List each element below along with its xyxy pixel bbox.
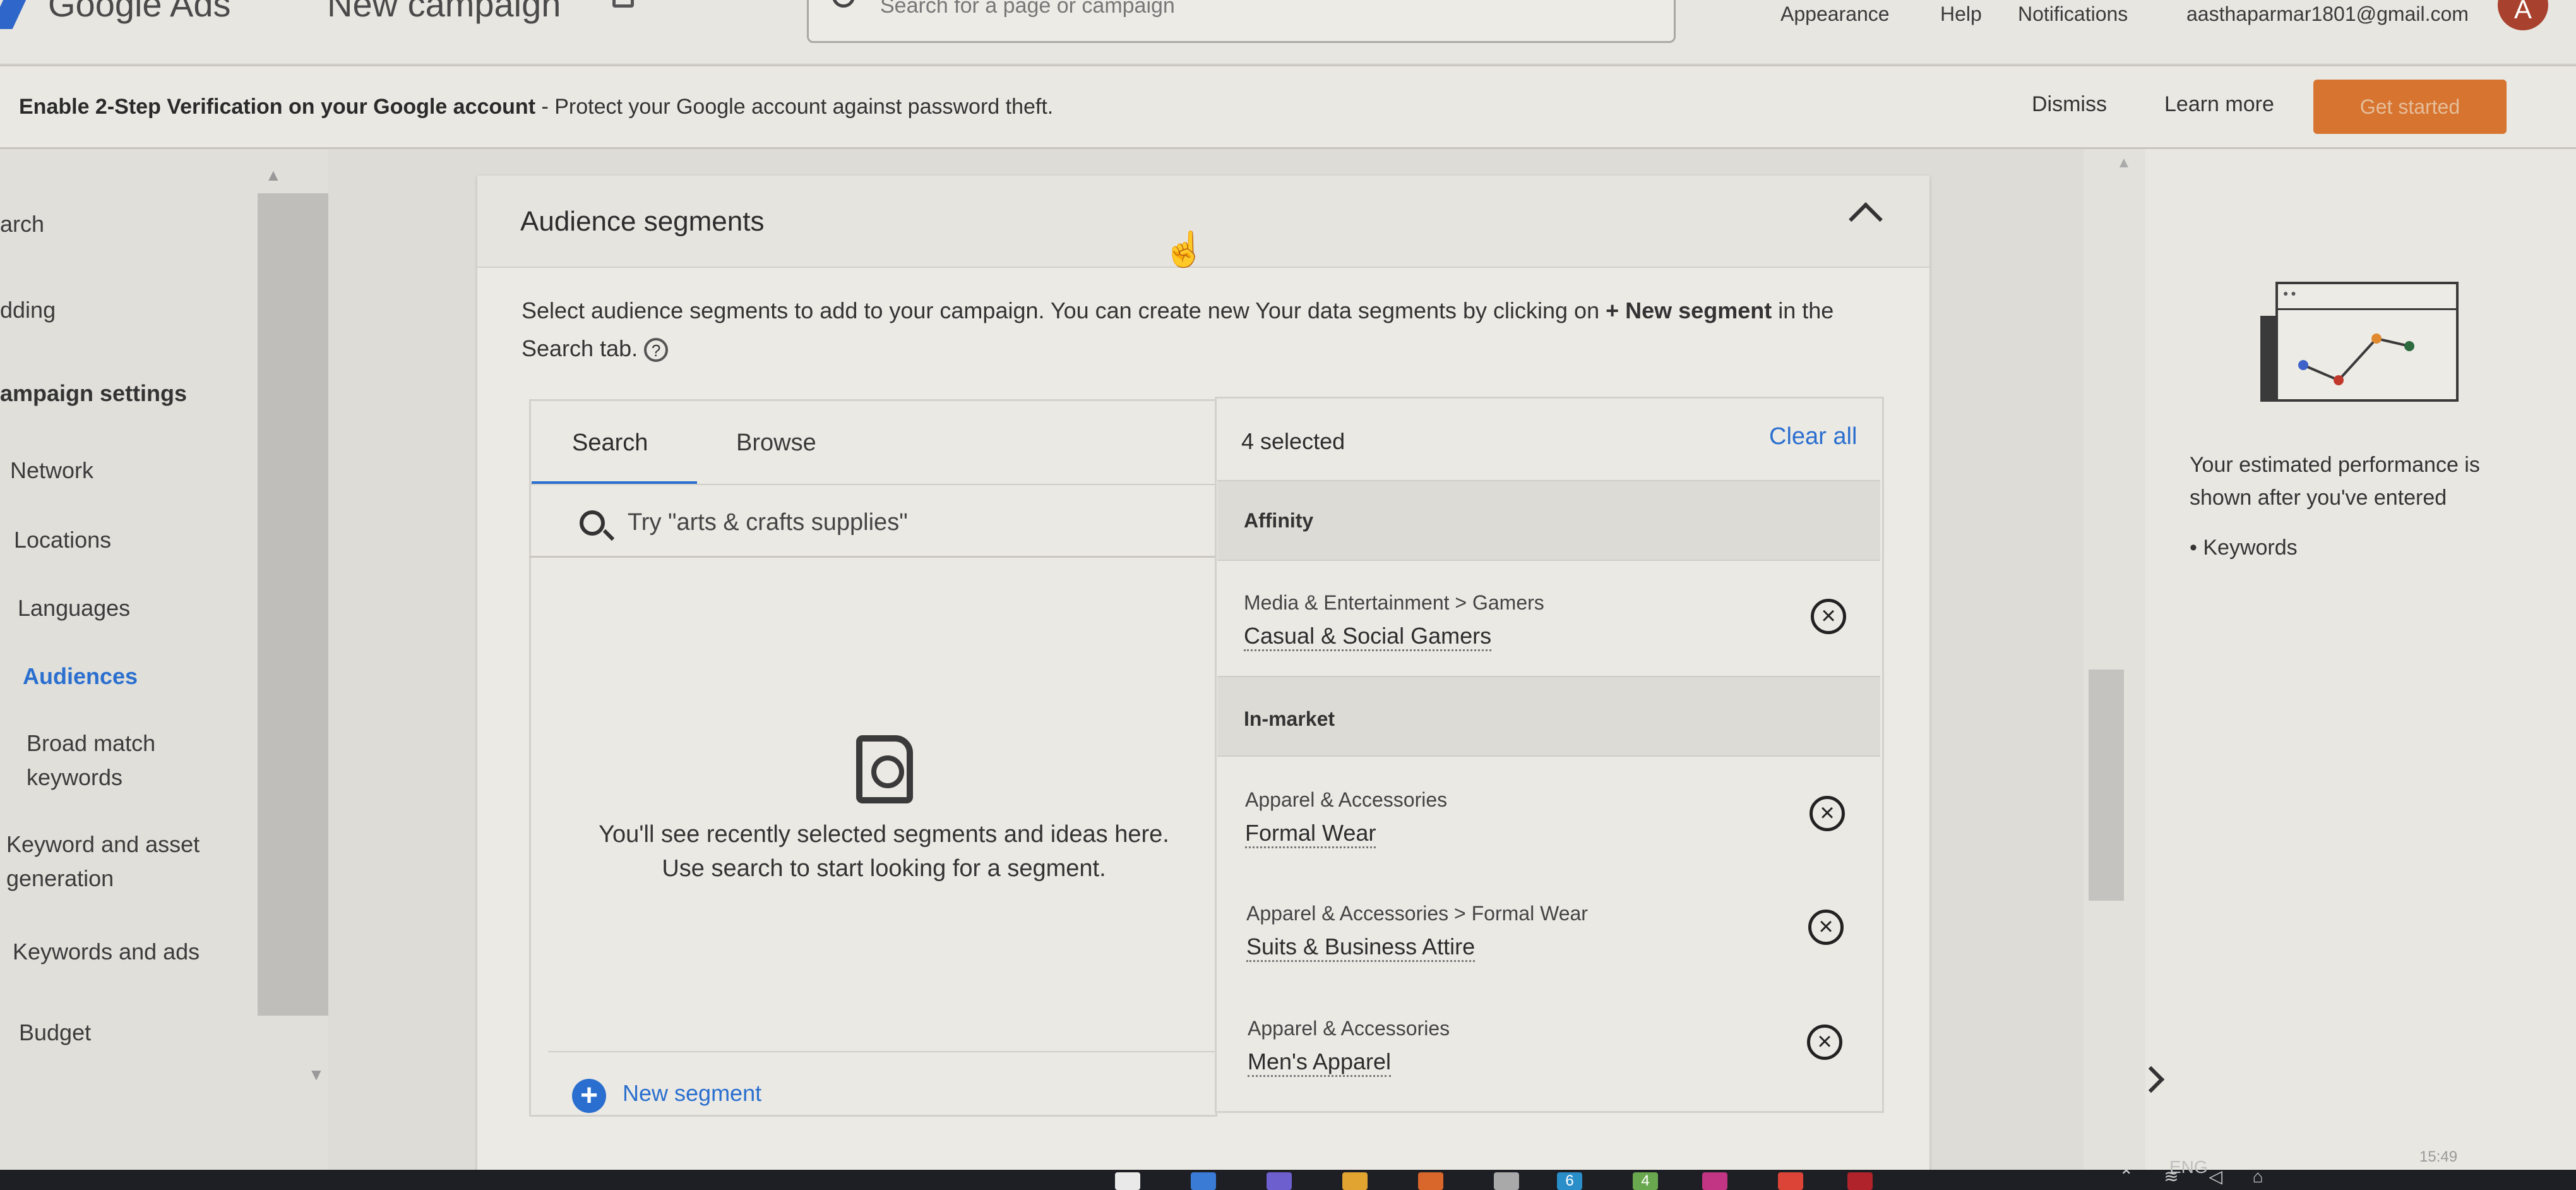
- get-started-button[interactable]: Get started: [2313, 80, 2507, 134]
- banner-message-bold: Enable 2-Step Verification on your Googl…: [19, 95, 536, 119]
- new-segment-button[interactable]: New segment: [623, 1080, 761, 1107]
- app-icon[interactable]: [1702, 1172, 1727, 1190]
- app-badge-icon[interactable]: 6: [1557, 1172, 1582, 1190]
- content-scrollbar[interactable]: [2089, 670, 2124, 901]
- nav-scroll-up-icon[interactable]: ▲: [265, 165, 282, 185]
- left-panel-footer-divider: [548, 1051, 1217, 1052]
- top-search-placeholder: Search for a page or campaign: [880, 0, 1175, 18]
- illustration-point: [2298, 360, 2308, 370]
- nav-item-bidding[interactable]: dding: [0, 293, 56, 327]
- segment-path: Apparel & Accessories: [1245, 788, 1448, 811]
- segment-name[interactable]: Men's Apparel: [1248, 1049, 1392, 1077]
- chrome-icon[interactable]: [1778, 1172, 1803, 1190]
- group-label: Affinity: [1244, 509, 1314, 532]
- intro-part1: Select audience segments to add to your …: [522, 298, 1606, 323]
- content-scrollbar-track: [2084, 149, 2145, 1172]
- segment-name[interactable]: Casual & Social Gamers: [1244, 623, 1492, 651]
- nav-item-network[interactable]: Network: [10, 454, 93, 488]
- remove-segment-icon[interactable]: ×: [1810, 796, 1845, 831]
- app-icon[interactable]: [1847, 1172, 1873, 1190]
- banner-message-rest: - Protect your Google account against pa…: [535, 95, 1054, 119]
- app-icon[interactable]: [1494, 1172, 1519, 1190]
- nav-item-languages[interactable]: Languages: [18, 591, 130, 625]
- segment-path: Apparel & Accessories: [1248, 1017, 1450, 1040]
- illustration-point: [2404, 341, 2414, 351]
- line-chart-illustration: [2298, 334, 2414, 385]
- illustration-point: [2371, 334, 2382, 344]
- group-label: In-market: [1244, 707, 1335, 730]
- tab-search[interactable]: Search: [572, 430, 648, 457]
- nav-item-keyword-asset-generation[interactable]: Keyword and asset generation: [6, 827, 234, 896]
- search-input-underline: [529, 556, 1217, 558]
- app-icon[interactable]: [1267, 1172, 1292, 1190]
- remove-segment-icon[interactable]: ×: [1807, 1025, 1842, 1060]
- illustration-window-bar: [2275, 308, 2459, 310]
- account-email[interactable]: aasthaparmar1801@gmail.com: [2186, 3, 2469, 26]
- nav-item-research[interactable]: arch: [0, 207, 44, 241]
- document-search-icon: [856, 735, 913, 803]
- banner-message: Enable 2-Step Verification on your Googl…: [19, 95, 1053, 119]
- edit-title-icon[interactable]: [612, 0, 634, 8]
- segment-path: Apparel & Accessories > Formal Wear: [1246, 902, 1588, 925]
- illustration-point: [2334, 375, 2344, 385]
- segment-search-input[interactable]: Try "arts & crafts supplies": [628, 509, 908, 536]
- nav-item-campaign-settings[interactable]: ampaign settings: [0, 376, 187, 411]
- chart-illustration-stand: [2260, 316, 2275, 402]
- remove-segment-icon[interactable]: ×: [1811, 599, 1846, 634]
- selected-count: 4 selected: [1241, 428, 1345, 454]
- hand-cursor-icon: ☝: [1163, 231, 1206, 268]
- clear-all-button[interactable]: Clear all: [1769, 423, 1857, 450]
- window-dots-icon: ● ●: [2283, 288, 2296, 298]
- clock[interactable]: 15:49: [2419, 1148, 2457, 1166]
- group-header-affinity: [1217, 480, 1880, 561]
- help-link[interactable]: Help: [1940, 3, 1982, 26]
- app-badge-icon[interactable]: 4: [1633, 1172, 1658, 1190]
- performance-illustration: [2275, 282, 2459, 402]
- help-icon[interactable]: ?: [644, 338, 669, 363]
- appearance-link[interactable]: Appearance: [1780, 3, 1890, 26]
- segment-name[interactable]: Suits & Business Attire: [1246, 934, 1476, 962]
- google-ads-logo-icon: [0, 0, 33, 30]
- segment-name[interactable]: Formal Wear: [1245, 820, 1376, 848]
- dismiss-button[interactable]: Dismiss: [2032, 92, 2107, 117]
- nav-item-budget[interactable]: Budget: [19, 1016, 91, 1050]
- nav-item-broad-match[interactable]: Broad match keywords: [27, 726, 178, 795]
- nav-scrollbar[interactable]: [258, 193, 332, 1016]
- search-icon: [580, 510, 605, 536]
- performance-bullet: • Keywords: [2190, 536, 2298, 560]
- bullet-keywords: Keywords: [2203, 536, 2298, 560]
- segment-path: Media & Entertainment > Gamers: [1244, 591, 1544, 614]
- nav-item-keywords-ads[interactable]: Keywords and ads: [13, 935, 200, 969]
- google-ads-logo[interactable]: Google Ads: [0, 0, 231, 30]
- scroll-up-icon[interactable]: ▲: [2116, 154, 2132, 172]
- add-icon[interactable]: +: [572, 1079, 606, 1113]
- learn-more-link[interactable]: Learn more: [2164, 92, 2274, 117]
- remove-segment-icon[interactable]: ×: [1808, 910, 1844, 945]
- illustration-line: [2303, 337, 2410, 382]
- app-icon[interactable]: [1418, 1172, 1443, 1190]
- tab-browse[interactable]: Browse: [736, 430, 816, 457]
- language-indicator[interactable]: ENG: [2169, 1157, 2208, 1177]
- app-icon[interactable]: [1191, 1172, 1216, 1190]
- empty-state-line2: Use search to start looking for a segmen…: [662, 855, 1106, 882]
- nav-scroll-down-icon[interactable]: ▼: [308, 1065, 325, 1085]
- empty-state-line1: You'll see recently selected segments an…: [599, 821, 1169, 848]
- card-intro-text: Select audience segments to add to your …: [522, 292, 1892, 368]
- page-title: New campaign: [327, 0, 561, 24]
- folder-icon[interactable]: [1342, 1172, 1368, 1190]
- tabs-divider: [529, 484, 1217, 485]
- card-title: Audience segments: [520, 206, 765, 237]
- nav-item-audiences[interactable]: Audiences: [23, 659, 138, 694]
- logo-text: Google Ads: [48, 0, 231, 24]
- nav-item-locations[interactable]: Locations: [14, 523, 111, 557]
- intro-new-segment: + New segment: [1606, 298, 1772, 323]
- file-icon[interactable]: [1115, 1172, 1140, 1190]
- performance-message: Your estimated performance is shown afte…: [2190, 453, 2480, 510]
- notifications-link[interactable]: Notifications: [2018, 3, 2128, 26]
